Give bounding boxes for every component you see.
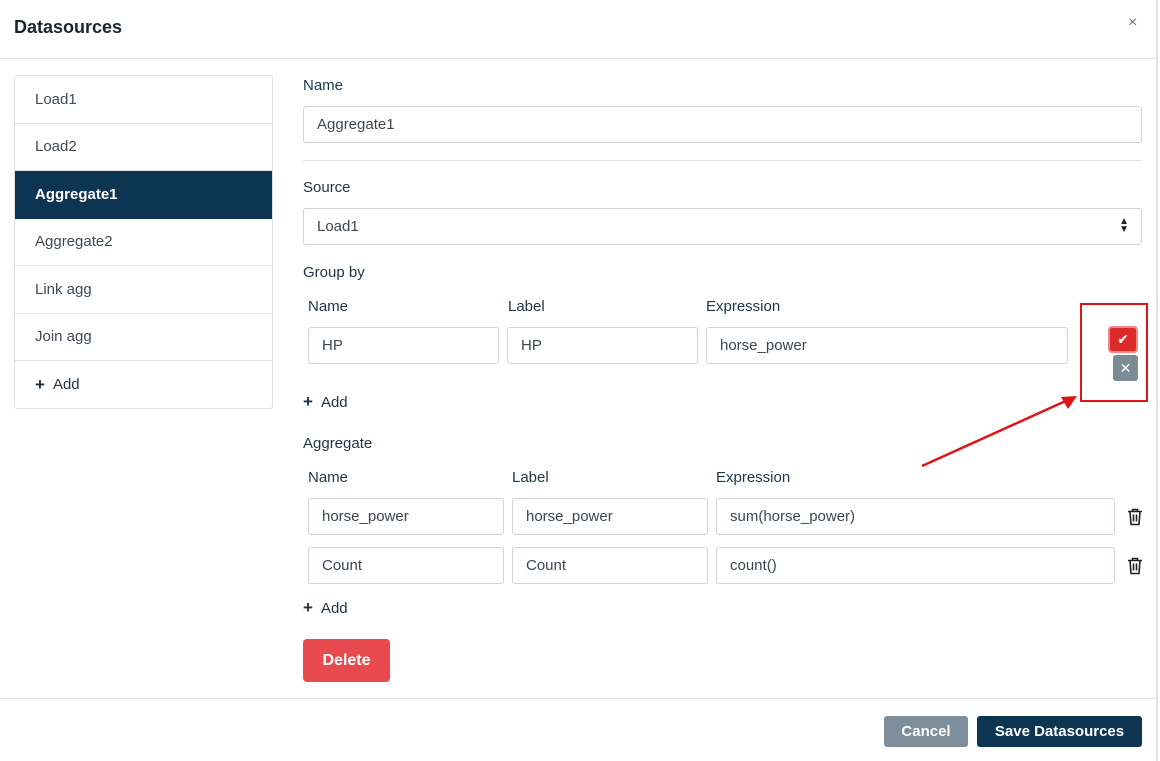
- group-by-name-input[interactable]: HP: [308, 327, 499, 364]
- trash-icon[interactable]: [1127, 508, 1143, 526]
- plus-icon: +: [303, 598, 313, 617]
- modal-header: Datasources ×: [0, 0, 1158, 59]
- aggregate-name-input[interactable]: Count: [308, 547, 504, 584]
- add-aggregate-label: Add: [320, 599, 348, 617]
- datasource-item-aggregate2[interactable]: Aggregate2: [15, 219, 272, 266]
- cancel-button[interactable]: Cancel: [884, 716, 968, 747]
- datasource-list: Load1 Load2 Aggregate1 Aggregate2 Link a…: [14, 75, 273, 409]
- datasource-item-load1[interactable]: Load1: [15, 76, 272, 124]
- aggregate-name-input[interactable]: horse_power: [308, 498, 504, 535]
- aggregate-title: Aggregate: [303, 435, 373, 452]
- trash-icon[interactable]: [1127, 557, 1143, 575]
- delete-button[interactable]: Delete: [303, 639, 390, 682]
- section-divider: [303, 160, 1142, 161]
- group-by-expression-input[interactable]: horse_power: [706, 327, 1068, 364]
- add-aggregate-button[interactable]: + Add: [303, 598, 348, 618]
- group-by-name-header: Name: [308, 298, 349, 315]
- aggregate-name-header: Name: [308, 469, 349, 486]
- datasources-modal: Datasources × Load1 Load2 Aggregate1 Agg…: [0, 0, 1158, 761]
- aggregate-expression-input[interactable]: count(): [716, 547, 1115, 584]
- datasource-item-link-agg[interactable]: Link agg: [15, 266, 272, 314]
- aggregate-expression-header: Expression: [716, 469, 791, 486]
- aggregate-expression-input[interactable]: sum(horse_power): [716, 498, 1115, 535]
- plus-icon: +: [35, 374, 45, 394]
- aggregate-label-input[interactable]: Count: [512, 547, 708, 584]
- save-datasources-button[interactable]: Save Datasources: [977, 716, 1142, 747]
- aggregate-label-header: Label: [512, 469, 549, 486]
- add-group-by-button[interactable]: + Add: [303, 392, 348, 412]
- add-group-by-label: Add: [320, 393, 348, 411]
- annotation-highlight-box: [1080, 303, 1148, 402]
- close-icon[interactable]: ×: [1128, 14, 1137, 32]
- name-label: Name: [303, 77, 344, 94]
- group-by-label-input[interactable]: HP: [507, 327, 698, 364]
- source-select-value: Load1: [317, 218, 359, 235]
- group-by-title: Group by: [303, 264, 365, 281]
- select-arrows-icon: ▲ ▼: [1119, 216, 1129, 235]
- datasource-item-load2[interactable]: Load2: [15, 124, 272, 171]
- datasource-item-aggregate1[interactable]: Aggregate1: [15, 171, 272, 219]
- group-by-label-header: Label: [508, 298, 545, 315]
- source-label: Source: [303, 179, 351, 196]
- add-datasource-label: Add: [52, 376, 80, 394]
- name-input[interactable]: Aggregate1: [303, 106, 1142, 143]
- modal-title: Datasources: [14, 17, 123, 37]
- group-by-expression-header: Expression: [706, 298, 781, 315]
- plus-icon: +: [303, 392, 313, 411]
- datasource-item-join-agg[interactable]: Join agg: [15, 314, 272, 361]
- aggregate-label-input[interactable]: horse_power: [512, 498, 708, 535]
- annotation-arrow: [921, 396, 1077, 468]
- add-datasource-button[interactable]: + Add: [15, 361, 272, 408]
- source-select[interactable]: Load1 ▲ ▼: [303, 208, 1142, 245]
